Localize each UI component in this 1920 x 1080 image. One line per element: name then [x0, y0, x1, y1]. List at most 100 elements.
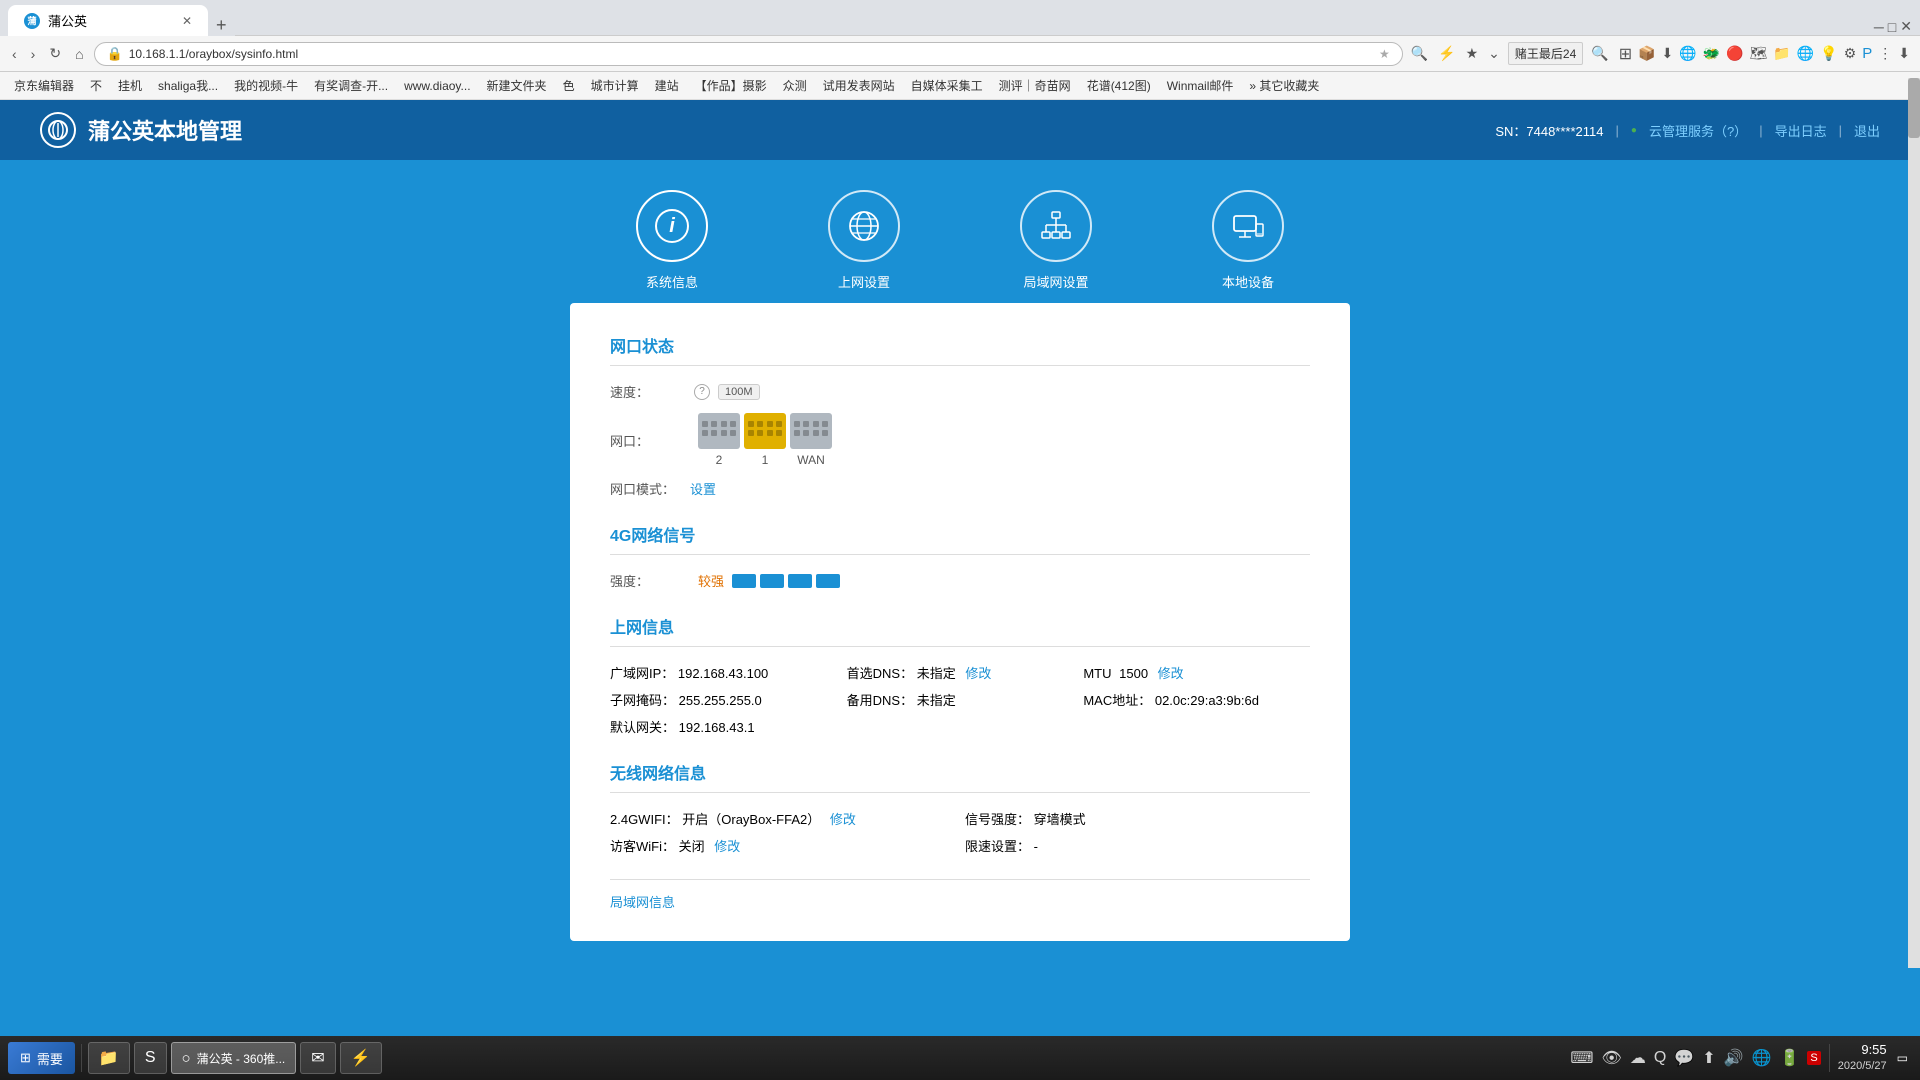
bookmark-color[interactable]: 色	[557, 75, 581, 96]
port-mode-row: 网口模式： 设置	[610, 479, 1310, 498]
port-2-label: 2	[716, 453, 723, 467]
nav-wan[interactable]: 上网设置	[828, 190, 900, 291]
taskbar-lightning[interactable]: ⚡	[340, 1042, 382, 1074]
lightning-button[interactable]: ⚡	[1436, 43, 1457, 64]
time-display[interactable]: 9:55 2020/5/27	[1838, 1041, 1887, 1075]
bookmark-build[interactable]: 建站	[649, 75, 685, 96]
bookmark-crowd[interactable]: 众测	[777, 75, 813, 96]
taskbar-folder[interactable]: 📁	[88, 1042, 130, 1074]
nav-chevron-button[interactable]: ⌄	[1486, 43, 1502, 64]
taskbar-email[interactable]: ✉	[300, 1042, 335, 1074]
bookmark-shaliga[interactable]: shaliga我...	[152, 75, 224, 96]
wifi24-link[interactable]: 修改	[830, 812, 856, 827]
mtu-link[interactable]: 修改	[1158, 666, 1184, 681]
minimize-button[interactable]: ─	[1874, 19, 1884, 35]
nav-lan[interactable]: 局域网设置	[1020, 190, 1092, 291]
tray-ime[interactable]: S	[1807, 1051, 1820, 1065]
home-button[interactable]: ⌂	[71, 44, 87, 64]
navigation-bar: ‹ › ↻ ⌂ 🔒 10.168.1.1/oraybox/sysinfo.htm…	[0, 36, 1920, 72]
tray-keyboard[interactable]: ⌨	[1570, 1048, 1593, 1068]
ext8[interactable]: 📁	[1771, 42, 1792, 66]
bookmark-winmail[interactable]: Winmail邮件	[1161, 75, 1240, 96]
port-mode-link[interactable]: 设置	[690, 479, 716, 498]
ext3[interactable]: ⬇	[1660, 42, 1676, 66]
bookmark-more[interactable]: » 其它收藏夹	[1243, 75, 1325, 96]
subnet-value: 255.255.255.0	[679, 693, 762, 708]
new-tab-button[interactable]: +	[208, 15, 235, 36]
address-bar[interactable]: 🔒 10.168.1.1/oraybox/sysinfo.html ★	[94, 42, 1403, 66]
export-log-link[interactable]: 导出日志	[1775, 121, 1827, 140]
device-label: 本地设备	[1222, 272, 1274, 291]
guest-wifi-row: 访客WiFi： 关闭 修改	[610, 836, 955, 855]
port-row: 网口： 2	[610, 413, 1310, 467]
show-desktop-button[interactable]: ▭	[1893, 1049, 1912, 1067]
guest-label: 访客WiFi：	[610, 839, 675, 854]
ext4[interactable]: 🌐	[1677, 42, 1698, 66]
tray-qq[interactable]: Q	[1654, 1049, 1666, 1067]
ext10[interactable]: 💡	[1818, 42, 1839, 66]
logout-link[interactable]: 退出	[1854, 121, 1880, 140]
refresh-button[interactable]: ↻	[45, 43, 65, 64]
tray-msg[interactable]: 💬	[1674, 1048, 1694, 1068]
ext-person[interactable]: P	[1860, 42, 1874, 66]
guest-link[interactable]: 修改	[714, 839, 740, 854]
bookmark-guaji[interactable]: 挂机	[112, 75, 148, 96]
bookmark-survey[interactable]: 有奖调查-开...	[308, 75, 394, 96]
mtu-row: MTU 1500 修改	[1083, 663, 1310, 682]
bookmark-video[interactable]: 我的视频-牛	[228, 75, 304, 96]
tray-sound[interactable]: 🔊	[1724, 1048, 1744, 1068]
bookmark-button[interactable]: ★	[1464, 43, 1481, 64]
bookmark-jingdong[interactable]: 京东编辑器	[8, 75, 80, 96]
ext5[interactable]: 🐲	[1701, 42, 1722, 66]
speed-row: 速度： ? 100M	[610, 382, 1310, 401]
ext9[interactable]: 🌐	[1795, 42, 1816, 66]
search-icon-btn[interactable]: 🔍	[1589, 43, 1610, 64]
taskbar-sougou[interactable]: S	[134, 1042, 167, 1074]
bookmark-flower[interactable]: 花谱(412图)	[1081, 75, 1157, 96]
wan-ip-value: 192.168.43.100	[678, 666, 768, 681]
start-button[interactable]: ⊞ 需要	[8, 1042, 75, 1074]
bookmark-review[interactable]: 测评｜奇苗网	[993, 75, 1077, 96]
bookmark-media[interactable]: 自媒体采集工	[905, 75, 989, 96]
tray-eye[interactable]: 👁	[1602, 1048, 1622, 1068]
help-icon[interactable]: ?	[694, 384, 710, 400]
ext7[interactable]: 🗺	[1748, 42, 1770, 66]
wan-icon	[828, 190, 900, 262]
primary-dns-link[interactable]: 修改	[965, 666, 991, 681]
ext6[interactable]: 🔴	[1724, 42, 1745, 66]
bookmark-city[interactable]: 城市计算	[585, 75, 645, 96]
scrollbar-thumb[interactable]	[1908, 78, 1920, 138]
sysinfo-label: 系统信息	[646, 272, 698, 291]
cloud-service-link[interactable]: 云管理服务（?）	[1649, 121, 1747, 140]
tab-close-button[interactable]: ✕	[182, 14, 192, 28]
bookmark-try[interactable]: 试用发表网站	[817, 75, 901, 96]
bookmark-bu[interactable]: 不	[84, 75, 108, 96]
back-button[interactable]: ‹	[8, 44, 21, 64]
active-tab[interactable]: 蒲 蒲公英 ✕	[8, 5, 208, 36]
menu-btn[interactable]: ⋮	[1876, 42, 1894, 66]
nav-down[interactable]: ⬇	[1896, 42, 1912, 66]
bookmark-newfolder[interactable]: 新建文件夹	[481, 75, 553, 96]
lan-info-link[interactable]: 局域网信息	[610, 895, 675, 910]
nav-arrow	[646, 303, 666, 315]
taskbar-pgying[interactable]: ○ 蒲公英 - 360推...	[171, 1042, 297, 1074]
ext2[interactable]: 📦	[1636, 42, 1657, 66]
ext1[interactable]: ⊞	[1617, 42, 1634, 66]
primary-dns-row: 首选DNS： 未指定 修改	[847, 663, 1074, 682]
ext11[interactable]: ⚙	[1842, 42, 1859, 66]
tray-network[interactable]: 🌐	[1752, 1048, 1772, 1068]
maximize-button[interactable]: □	[1888, 19, 1896, 35]
bookmark-www[interactable]: www.diaoy...	[398, 77, 476, 95]
speed-badge: 100M	[718, 384, 760, 400]
bookmark-photo[interactable]: 【作品】摄影	[689, 75, 773, 96]
signal-strength-val: 穿墙模式	[1034, 812, 1086, 827]
tray-battery[interactable]: 🔋	[1779, 1048, 1799, 1068]
tray-cloud[interactable]: ☁	[1630, 1048, 1646, 1068]
nav-sysinfo[interactable]: i 系统信息	[636, 190, 708, 291]
forward-button[interactable]: ›	[27, 44, 40, 64]
nav-device[interactable]: 本地设备	[1212, 190, 1284, 291]
close-browser-button[interactable]: ✕	[1900, 18, 1912, 35]
tray-arrow[interactable]: ⬆	[1702, 1048, 1715, 1068]
search-button[interactable]: 🔍	[1409, 43, 1430, 64]
subnet-row: 子网掩码： 255.255.255.0	[610, 690, 837, 709]
